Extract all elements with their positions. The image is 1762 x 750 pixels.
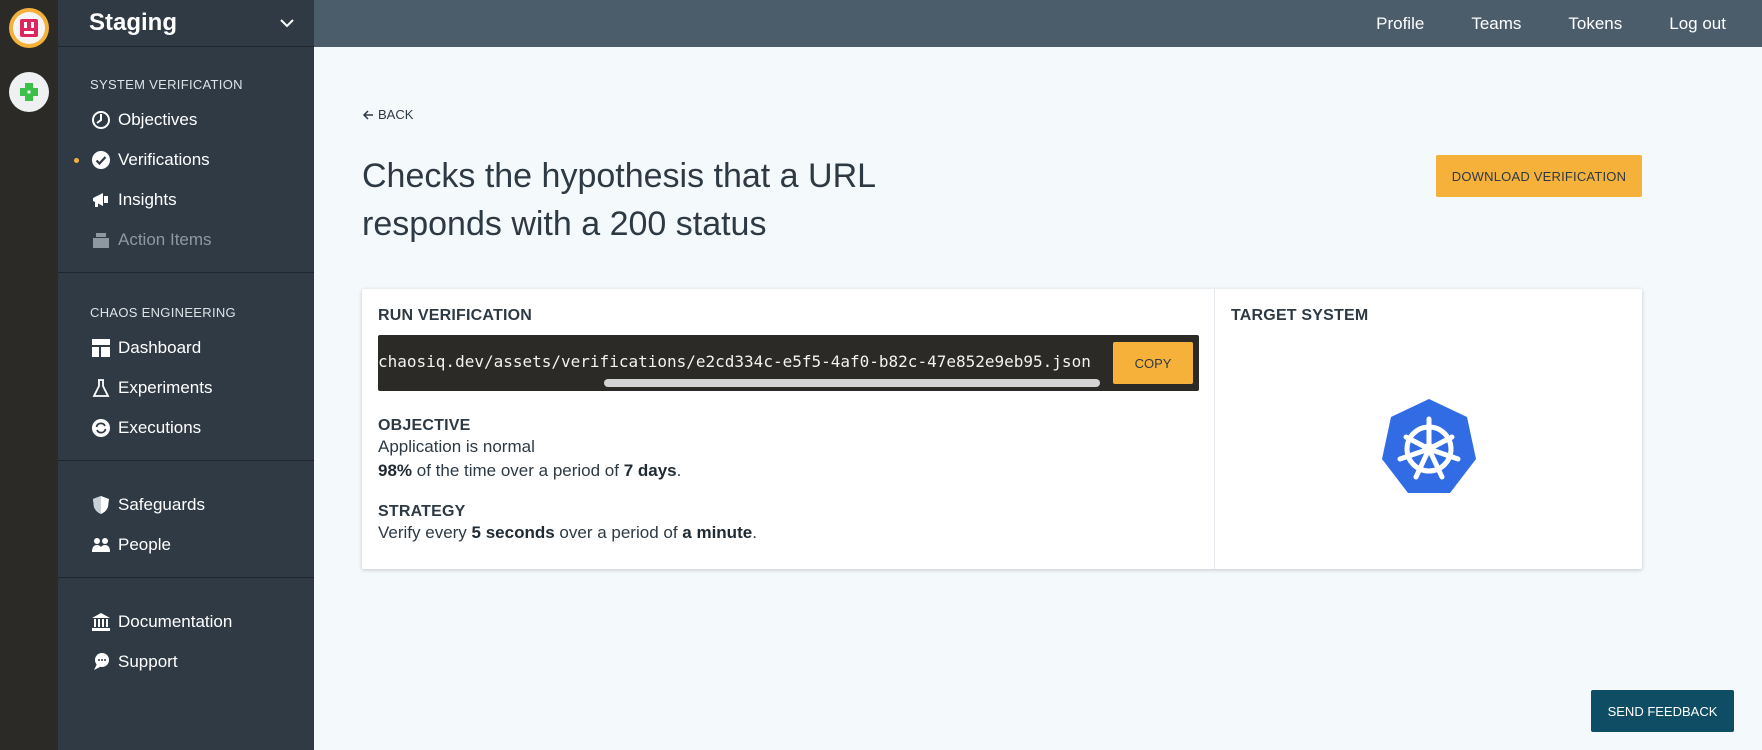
sidebar-item-support[interactable]: Support	[58, 642, 314, 682]
org-avatar-secondary[interactable]	[9, 72, 49, 112]
verification-details: RUN VERIFICATION chaosiq.dev/assets/veri…	[362, 289, 1215, 569]
page-title: Checks the hypothesis that a URL respond…	[362, 157, 875, 243]
strategy-summary: Verify every 5 seconds over a period of …	[378, 521, 1198, 545]
sidebar-item-experiments[interactable]: Experiments	[58, 368, 314, 408]
teams-link[interactable]: Teams	[1471, 14, 1521, 34]
bank-icon	[90, 611, 112, 633]
kubernetes-icon	[1381, 399, 1476, 493]
strategy-pre: Verify every	[378, 523, 472, 542]
send-feedback-button[interactable]: SEND FEEDBACK	[1591, 690, 1734, 732]
profile-link[interactable]: Profile	[1376, 14, 1424, 34]
strategy-heading: STRATEGY	[378, 503, 466, 520]
command-box[interactable]: chaosiq.dev/assets/verifications/e2cd334…	[378, 335, 1199, 391]
topbar: Profile Teams Tokens Log out	[314, 0, 1762, 47]
logout-link[interactable]: Log out	[1669, 14, 1726, 34]
section-system-verification: SYSTEM VERIFICATION Objectives Verificat…	[58, 47, 314, 273]
sidebar-item-objectives[interactable]: Objectives	[58, 100, 314, 140]
people-icon	[90, 534, 112, 556]
sidebar-item-label: Executions	[118, 418, 202, 437]
objective-mid: of the time over a period of	[412, 461, 624, 480]
sidebar-item-action-items[interactable]: Action Items	[58, 220, 314, 260]
refresh-icon	[90, 417, 112, 439]
sidebar-item-label: Insights	[118, 190, 177, 209]
org-avatar-primary[interactable]	[9, 8, 49, 48]
objective-period: 7 days	[623, 461, 677, 480]
horizontal-scrollbar[interactable]	[604, 379, 1100, 387]
megaphone-icon	[90, 189, 112, 211]
sidebar-item-dashboard[interactable]: Dashboard	[58, 328, 314, 368]
objectives-icon	[90, 109, 112, 131]
org-rail	[0, 0, 58, 750]
objective-name: Application is normal	[378, 437, 535, 456]
sidebar-item-label: Experiments	[118, 378, 213, 397]
workspace-switcher[interactable]: Staging	[58, 0, 314, 47]
sidebar-item-people[interactable]: People	[58, 525, 314, 565]
sidebar-item-label: Documentation	[118, 612, 233, 631]
target-system-panel: TARGET SYSTEM	[1215, 289, 1642, 569]
back-label: BACK	[378, 107, 414, 122]
verification-card: RUN VERIFICATION chaosiq.dev/assets/veri…	[362, 289, 1642, 569]
target-system-heading: TARGET SYSTEM	[1231, 307, 1369, 324]
section-help: Documentation Support	[58, 578, 314, 682]
download-verification-button[interactable]: DOWNLOAD VERIFICATION	[1436, 155, 1642, 197]
copy-button[interactable]: COPY	[1113, 342, 1193, 384]
section-label: CHAOS ENGINEERING	[90, 305, 236, 320]
sidebar-item-label: Support	[118, 652, 178, 671]
strategy-interval: 5 seconds	[471, 523, 555, 542]
sidebar-item-label: People	[118, 535, 171, 554]
puzzle-icon	[20, 83, 38, 101]
section-governance: Safeguards People	[58, 461, 314, 578]
sidebar-item-documentation[interactable]: Documentation	[58, 602, 314, 642]
check-circle-icon	[90, 149, 112, 171]
tokens-link[interactable]: Tokens	[1568, 14, 1622, 34]
chevron-down-icon	[280, 19, 294, 28]
objective-summary: 98% of the time over a period of 7 days.	[378, 459, 1198, 483]
shield-icon	[90, 494, 112, 516]
section-chaos-engineering: CHAOS ENGINEERING Dashboard Experiments …	[58, 273, 314, 461]
sidebar-item-label: Action Items	[118, 230, 212, 249]
objective-block: OBJECTIVE Application is normal 98% of t…	[378, 417, 1198, 483]
section-label: SYSTEM VERIFICATION	[90, 77, 243, 92]
command-text: chaosiq.dev/assets/verifications/e2cd334…	[378, 352, 1091, 371]
sidebar: Staging SYSTEM VERIFICATION Objectives V…	[58, 0, 314, 750]
sidebar-item-label: Dashboard	[118, 338, 202, 357]
sidebar-item-label: Verifications	[118, 150, 210, 169]
strategy-duration: a minute	[682, 523, 753, 542]
active-indicator	[74, 158, 79, 163]
back-link[interactable]: BACK	[362, 107, 413, 122]
strategy-end: .	[752, 523, 757, 542]
run-verification-heading: RUN VERIFICATION	[378, 307, 533, 324]
objective-heading: OBJECTIVE	[378, 417, 471, 434]
sidebar-item-safeguards[interactable]: Safeguards	[58, 485, 314, 525]
strategy-block: STRATEGY Verify every 5 seconds over a p…	[378, 503, 1198, 545]
strategy-mid: over a period of	[554, 523, 683, 542]
sidebar-item-verifications[interactable]: Verifications	[58, 140, 314, 180]
tray-icon	[90, 229, 112, 251]
dashboard-icon	[90, 337, 112, 359]
arrow-left-icon	[362, 109, 373, 120]
objective-end: .	[676, 461, 682, 480]
workspace-name: Staging	[89, 9, 177, 36]
chat-icon	[90, 651, 112, 673]
sidebar-item-label: Objectives	[118, 110, 198, 129]
sidebar-item-label: Safeguards	[118, 495, 205, 514]
robot-face-icon	[20, 19, 38, 37]
sidebar-item-insights[interactable]: Insights	[58, 180, 314, 220]
objective-percent: 98%	[378, 461, 413, 480]
sidebar-item-executions[interactable]: Executions	[58, 408, 314, 448]
flask-icon	[90, 377, 112, 399]
